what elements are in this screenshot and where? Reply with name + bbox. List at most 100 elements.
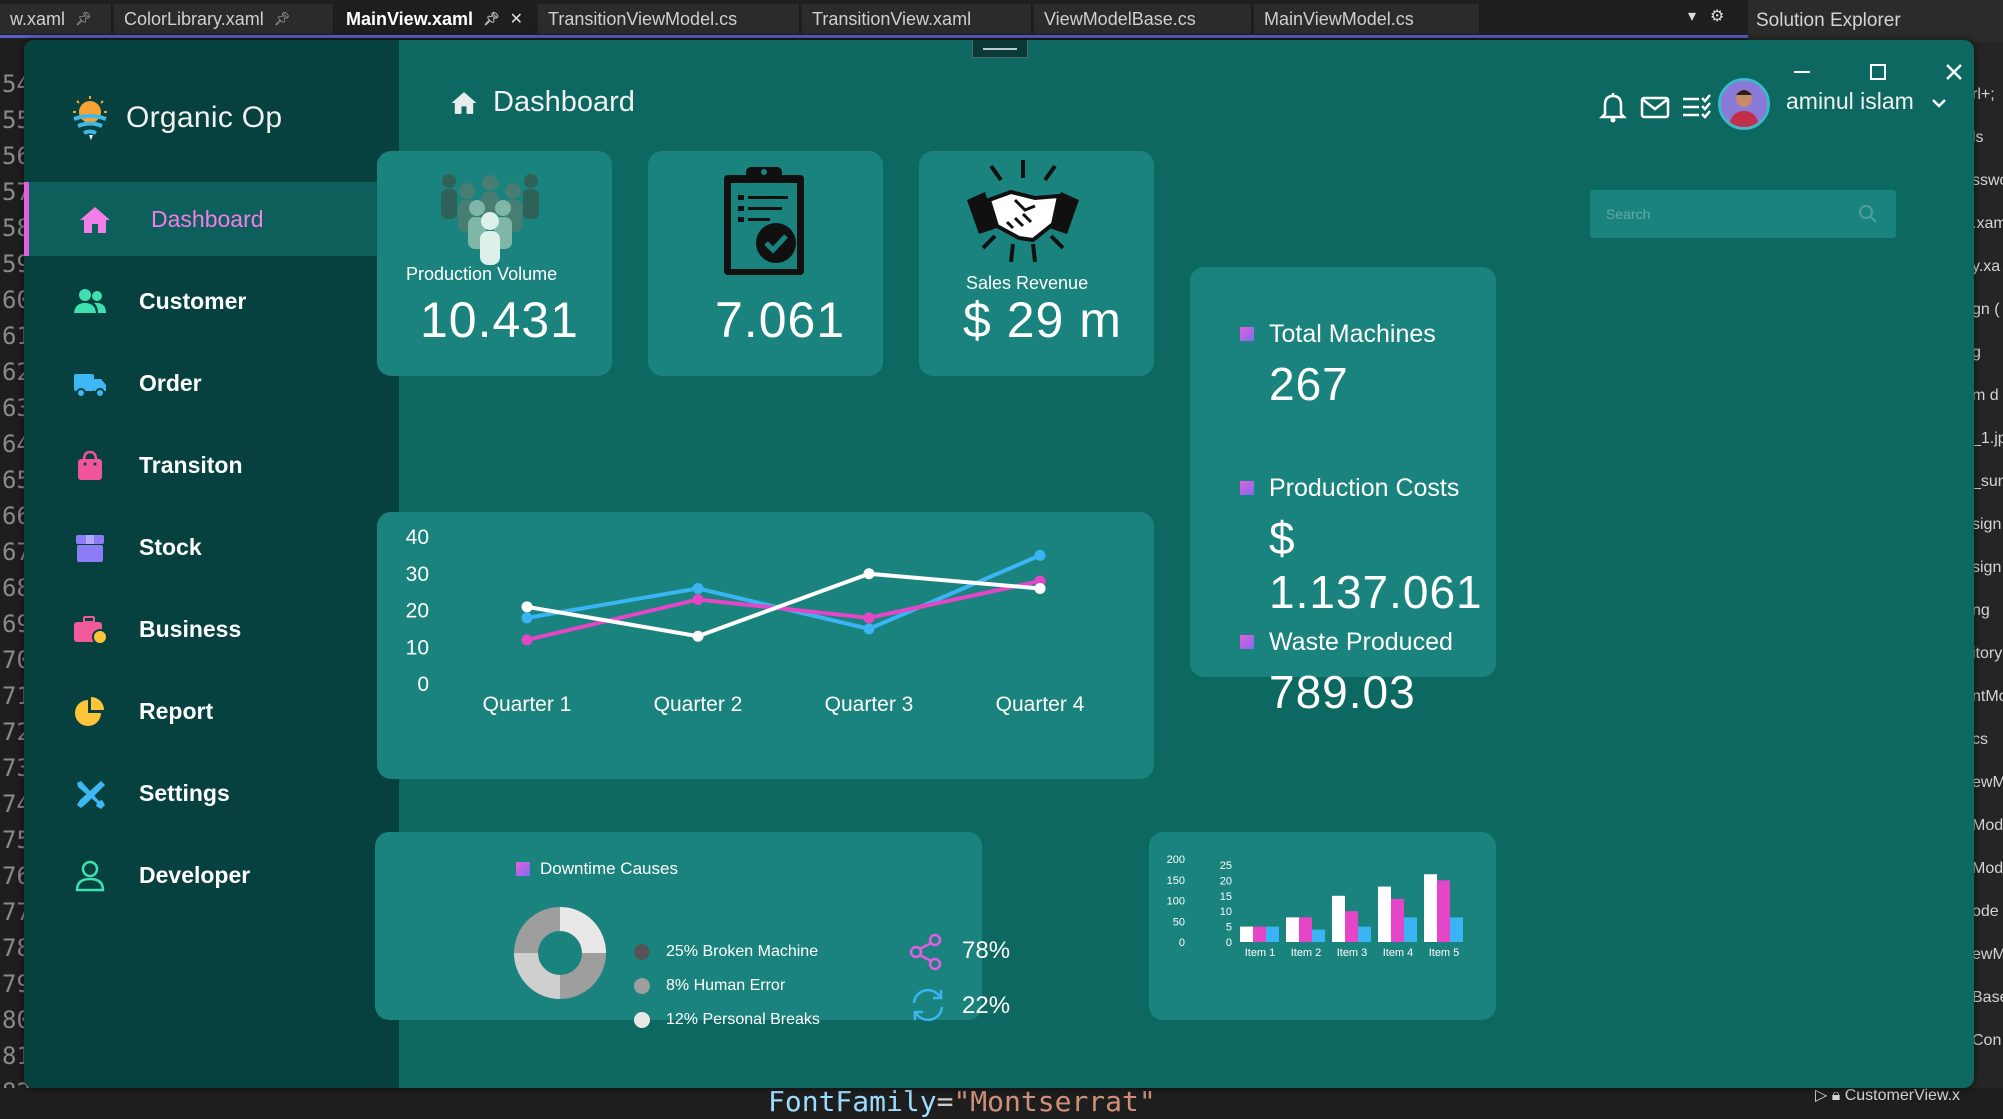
solution-explorer-item[interactable]: gn ( — [1972, 301, 2000, 319]
window-drag-handle[interactable] — [972, 40, 1028, 58]
chevron-down-icon[interactable] — [1930, 94, 1948, 112]
page-title-text: Dashboard — [493, 86, 635, 118]
pin-icon[interactable]: 📌︎ — [274, 11, 291, 27]
dropdown-icon[interactable]: ▾ — [1688, 8, 1696, 25]
sidebar-item-label: Customer — [139, 287, 247, 314]
y-tick-label: 20 — [406, 600, 429, 623]
user-name[interactable]: aminul islam — [1786, 88, 1914, 115]
solution-explorer-item[interactable]: ng — [1972, 602, 1990, 620]
ide-tab[interactable]: ColorLibrary.xaml 📌︎ — [114, 4, 334, 34]
avatar[interactable] — [1718, 78, 1770, 130]
x-tick-label: Item 1 — [1245, 947, 1276, 959]
data-point — [692, 630, 704, 642]
solution-explorer-item[interactable]: _1.jp — [1972, 430, 2003, 448]
sidebar-item-stock[interactable]: Stock — [24, 510, 399, 584]
search-icon[interactable] — [1858, 204, 1878, 224]
solution-explorer-item[interactable]: ntMo — [1972, 688, 2003, 706]
solution-explorer-item[interactable]: Base — [1972, 989, 2003, 1007]
ide-tab-tools: ▾ ⚙ — [1688, 6, 1738, 26]
stat-label: Production Costs — [1269, 474, 1460, 502]
sidebar-item-label: Settings — [139, 779, 230, 806]
y-tick-label: 25 — [1220, 860, 1232, 872]
mail-icon[interactable] — [1636, 90, 1674, 124]
sidebar-item-dashboard[interactable]: Dashboard — [24, 182, 399, 256]
ide-tab[interactable]: w.xaml 📌︎ — [0, 4, 112, 34]
ide-tab-label: w.xaml — [10, 8, 66, 29]
stats-card: Total Machines 267 Production Costs $ 1.… — [1190, 267, 1496, 718]
kpi-value: 7.061 — [715, 292, 846, 348]
sidebar-item-settings[interactable]: Settings — [24, 756, 399, 830]
data-point — [521, 601, 533, 613]
y-tick-label: 0 — [417, 673, 429, 696]
solution-explorer-item[interactable]: sswo — [1972, 172, 2003, 190]
x-tick-label: Item 2 — [1291, 947, 1322, 959]
user-icon — [75, 860, 105, 892]
solution-explorer-item[interactable]: m d — [1972, 387, 1999, 405]
solution-explorer-item[interactable]: .xam — [1972, 215, 2003, 233]
y-tick-label: 0 — [1226, 937, 1232, 949]
minimize-button[interactable] — [1782, 52, 1822, 92]
brand-name: Organic Op — [126, 101, 283, 134]
ide-tab[interactable]: MainView.xaml 📌︎ ✕ — [336, 4, 536, 34]
ide-tab[interactable]: MainViewModel.cs — [1254, 4, 1480, 34]
gear-icon[interactable]: ⚙ — [1710, 8, 1724, 25]
x-tick-label: Quarter 2 — [654, 693, 743, 716]
solution-explorer-item[interactable]: ewM — [1972, 774, 2003, 792]
solution-explorer-item[interactable]: ode — [1972, 903, 1999, 921]
close-icon[interactable]: ✕ — [510, 9, 523, 29]
pin-icon[interactable]: 📌︎ — [75, 11, 92, 27]
data-point — [1034, 549, 1046, 561]
home-icon — [451, 91, 477, 114]
solution-explorer-item[interactable]: rl+; — [1972, 86, 1995, 104]
sidebar-item-customer[interactable]: Customer — [24, 264, 399, 338]
data-point — [863, 568, 875, 580]
solution-explorer-item[interactable]: y.xa — [1972, 258, 2000, 276]
sidebar-item-business[interactable]: Business — [24, 592, 399, 666]
pin-icon[interactable]: 📌︎ — [483, 11, 500, 27]
bar — [1332, 895, 1345, 942]
stat-value: 267 — [1269, 358, 1349, 410]
sidebar-item-order[interactable]: Order — [24, 346, 399, 420]
solution-explorer-item[interactable]: sign — [1972, 516, 2001, 534]
solution-explorer-item[interactable]: sign — [1972, 559, 2001, 577]
sidebar-item-transiton[interactable]: Transiton — [24, 428, 399, 502]
solution-explorer-item[interactable]: _sun — [1972, 473, 2003, 491]
close-button[interactable] — [1934, 52, 1974, 92]
bell-icon[interactable] — [1594, 90, 1632, 124]
team-icon — [441, 174, 539, 265]
sidebar-item-label: Transiton — [139, 451, 243, 478]
sidebar-item-report[interactable]: Report — [24, 674, 399, 748]
menu-check-icon[interactable] — [1678, 90, 1716, 124]
bar — [1437, 880, 1450, 942]
code-line[interactable]: FontFamily="Montserrat" — [768, 1085, 1156, 1118]
stat-marker — [1240, 327, 1254, 341]
search-input[interactable] — [1590, 190, 1896, 238]
line-number-gutter: 54 55 56 57 58 59 60 61 62 63 64 65 66 67 68 69 70 71 72 73… — [0, 42, 31, 1119]
ide-tab-label: ColorLibrary.xaml — [124, 8, 264, 29]
solution-explorer-item[interactable]: cs — [1972, 731, 1988, 749]
y-tick-label: 150 — [1167, 875, 1185, 887]
line-chart-card: 0 10 20 30 40 Quarter 1 Quarter 2 Quarter 3 Quar… — [377, 512, 1154, 779]
solution-explorer-item[interactable]: Mod — [1972, 860, 2003, 878]
ide-tab[interactable]: TransitionViewModel.cs — [538, 4, 800, 34]
solution-explorer-item[interactable]: Mod — [1972, 817, 2003, 835]
maximize-button[interactable] — [1858, 52, 1898, 92]
solution-explorer-item[interactable]: ewM — [1972, 946, 2003, 964]
ide-tab[interactable]: TransitionView.xaml — [802, 4, 1032, 34]
stat-label: Total Machines — [1269, 320, 1436, 348]
ide-tab[interactable]: ViewModelBase.cs — [1034, 4, 1252, 34]
legend-label: 8% Human Error — [666, 977, 786, 994]
y-tick-label: 0 — [1179, 937, 1185, 949]
ide-tab-bar: w.xaml 📌︎ ColorLibrary.xaml 📌︎ MainView.xa… — [0, 0, 2003, 38]
solution-explorer-item[interactable]: itory — [1972, 645, 2002, 663]
solution-item[interactable]: ▷ 🔒︎ CustomerView.x — [1815, 1085, 1960, 1105]
data-point — [863, 612, 875, 624]
legend-label: 12% Personal Breaks — [666, 1011, 820, 1028]
solution-explorer-item[interactable]: Con — [1972, 1032, 2001, 1050]
sidebar-item-label: Order — [139, 369, 202, 396]
bar — [1240, 926, 1253, 942]
sidebar-item-developer[interactable]: Developer — [24, 838, 399, 912]
solution-explorer-pane: rl+;lssswo.xamy.xagn (gm d_1.jp_sunsigns… — [1972, 42, 2003, 1102]
bar — [1391, 898, 1404, 942]
logo-icon — [73, 96, 107, 140]
